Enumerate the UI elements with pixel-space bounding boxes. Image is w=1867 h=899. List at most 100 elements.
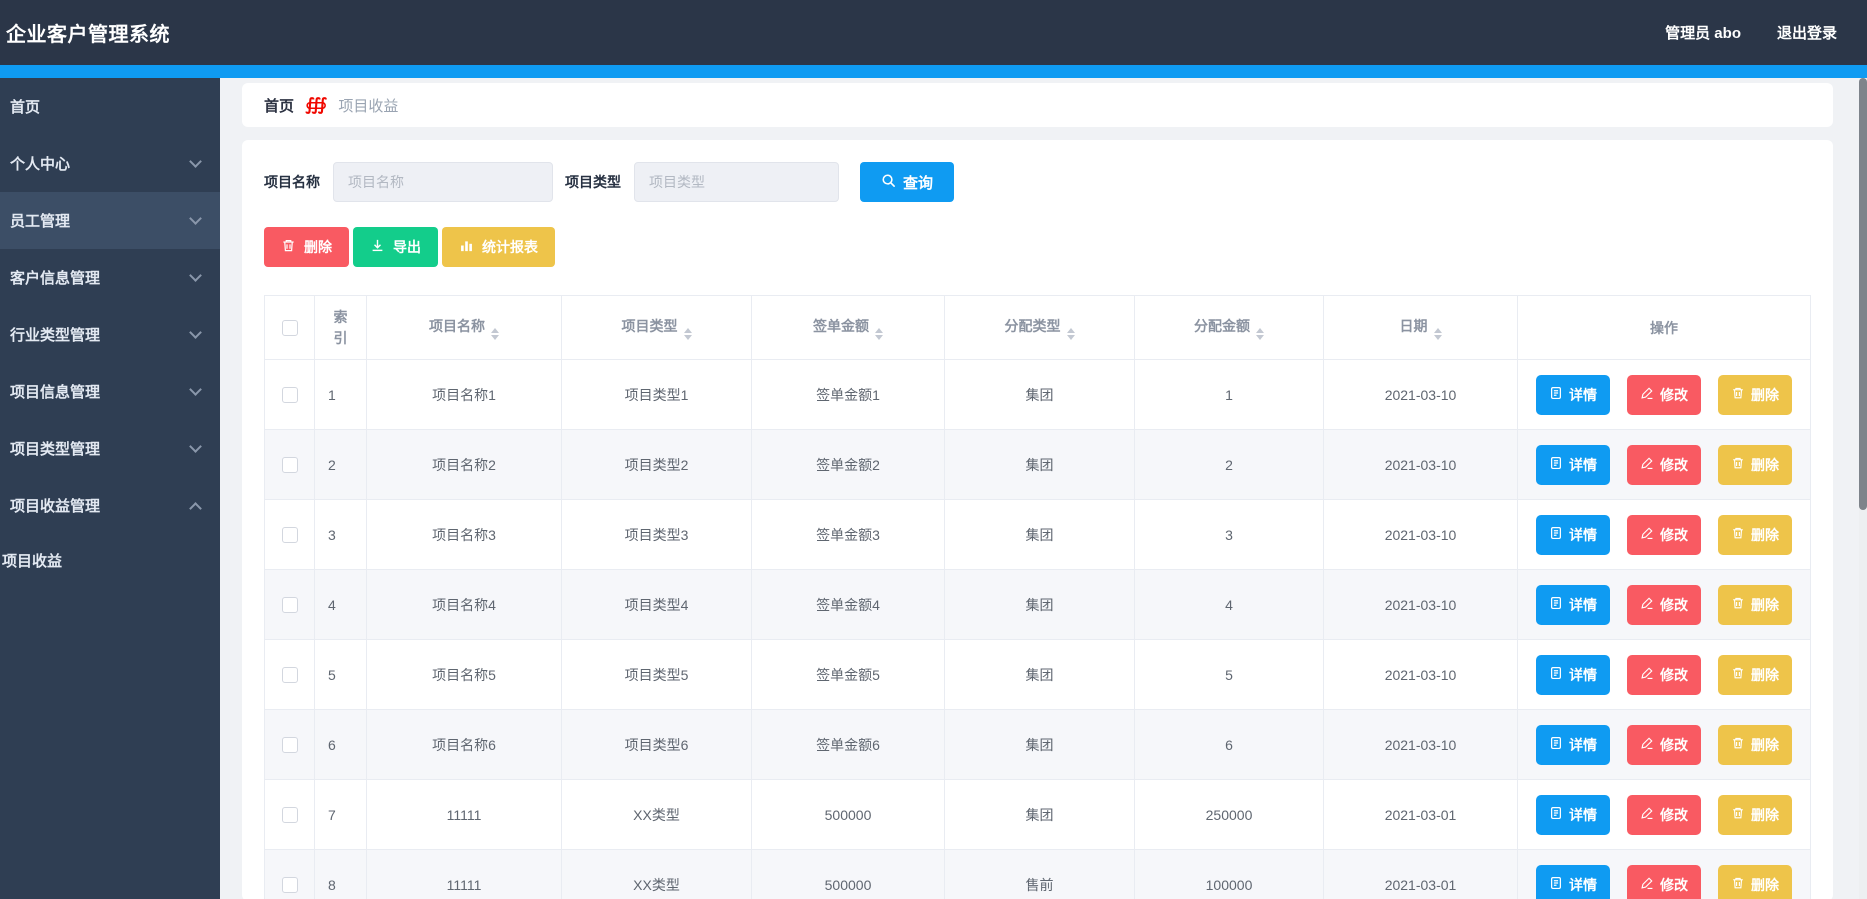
detail-button[interactable]: 详情 — [1536, 864, 1610, 899]
row-checkbox[interactable] — [281, 457, 298, 474]
cell-sign-amount: 签单金额4 — [751, 569, 945, 640]
cell-alloc-type: 集团 — [944, 709, 1135, 780]
pencil-icon — [1640, 456, 1654, 473]
top-navbar: 企业客户管理系统 管理员 abo 退出登录 — [0, 0, 1867, 65]
detail-button[interactable]: 详情 — [1536, 794, 1610, 835]
row-checkbox-cell — [264, 429, 315, 500]
project-name-input[interactable] — [333, 162, 553, 202]
trash-icon — [1731, 456, 1745, 473]
column-header-项目类型[interactable]: 项目类型 — [561, 295, 752, 360]
table-row: 5 项目名称5 项目类型5 签单金额5 集团 5 2021-03-10 详情 修… — [264, 639, 1811, 710]
row-delete-button[interactable]: 删除 — [1718, 374, 1792, 415]
export-button[interactable]: 导出 — [353, 227, 438, 267]
edit-label: 修改 — [1660, 806, 1688, 823]
report-button[interactable]: 统计报表 — [442, 227, 555, 267]
app-title: 企业客户管理系统 — [6, 24, 170, 46]
row-delete-button[interactable]: 删除 — [1718, 444, 1792, 485]
detail-button[interactable]: 详情 — [1536, 584, 1610, 625]
edit-label: 修改 — [1660, 386, 1688, 403]
detail-button[interactable]: 详情 — [1536, 444, 1610, 485]
cell-project-type: 项目类型6 — [561, 709, 752, 780]
sidebar-item-项目收益管理[interactable]: 项目收益管理 — [0, 477, 220, 534]
detail-button[interactable]: 详情 — [1536, 374, 1610, 415]
edit-button[interactable]: 修改 — [1627, 514, 1701, 555]
cell-alloc-type: 售前 — [944, 849, 1135, 899]
cell-index: 1 — [314, 359, 367, 430]
sort-carets-icon[interactable] — [1256, 327, 1264, 340]
project-type-input[interactable] — [634, 162, 839, 202]
search-button[interactable]: 查询 — [860, 162, 954, 202]
chevron-icon — [189, 154, 202, 168]
row-checkbox[interactable] — [281, 807, 298, 824]
sidebar-submenu-item-项目收益[interactable]: 项目收益 — [0, 534, 220, 586]
edit-button[interactable]: 修改 — [1627, 794, 1701, 835]
table-row: 2 项目名称2 项目类型2 签单金额2 集团 2 2021-03-10 详情 修… — [264, 429, 1811, 500]
row-delete-button[interactable]: 删除 — [1718, 724, 1792, 765]
cell-alloc-type: 集团 — [944, 639, 1135, 710]
cell-alloc-amount: 3 — [1134, 499, 1324, 570]
sidebar-item-个人中心[interactable]: 个人中心 — [0, 135, 220, 192]
edit-button[interactable]: 修改 — [1627, 444, 1701, 485]
bulk-delete-button[interactable]: 删除 — [264, 227, 349, 267]
column-header-分配类型[interactable]: 分配类型 — [944, 295, 1135, 360]
row-delete-label: 删除 — [1751, 596, 1779, 613]
row-checkbox[interactable] — [281, 527, 298, 544]
sidebar: 首页 个人中心 员工管理 客户信息管理 行业类型管理 项目信息管理 项目类型管理… — [0, 78, 220, 899]
document-icon — [1549, 876, 1563, 893]
scrollbar-thumb[interactable] — [1859, 78, 1867, 510]
row-checkbox[interactable] — [281, 737, 298, 754]
sidebar-item-客户信息管理[interactable]: 客户信息管理 — [0, 249, 220, 306]
logout-link[interactable]: 退出登录 — [1777, 22, 1837, 43]
row-delete-button[interactable]: 删除 — [1718, 584, 1792, 625]
edit-button[interactable]: 修改 — [1627, 584, 1701, 625]
row-delete-button[interactable]: 删除 — [1718, 794, 1792, 835]
cell-date: 2021-03-10 — [1323, 639, 1518, 710]
sort-carets-icon[interactable] — [491, 327, 499, 340]
detail-button[interactable]: 详情 — [1536, 654, 1610, 695]
cell-actions: 详情 修改 删除 — [1517, 849, 1811, 899]
cell-project-type: 项目类型5 — [561, 639, 752, 710]
column-header-分配金额[interactable]: 分配金额 — [1134, 295, 1324, 360]
document-icon — [1549, 666, 1563, 683]
sidebar-item-label: 行业类型管理 — [10, 327, 101, 344]
detail-label: 详情 — [1569, 876, 1597, 893]
edit-button[interactable]: 修改 — [1627, 374, 1701, 415]
sidebar-item-项目类型管理[interactable]: 项目类型管理 — [0, 420, 220, 477]
table-header-row: 索引 项目名称 项目类型 签单金额 分配类型 分配金额 日期 操作 — [264, 295, 1811, 360]
breadcrumb-home-link[interactable]: 首页 — [264, 95, 294, 116]
cell-alloc-amount: 100000 — [1134, 849, 1324, 899]
chevron-icon — [189, 211, 202, 225]
row-checkbox[interactable] — [281, 667, 298, 684]
cell-project-type: 项目类型4 — [561, 569, 752, 640]
detail-button[interactable]: 详情 — [1536, 514, 1610, 555]
row-checkbox-cell — [264, 849, 315, 899]
row-checkbox[interactable] — [281, 877, 298, 894]
row-delete-button[interactable]: 删除 — [1718, 864, 1792, 899]
sidebar-item-员工管理[interactable]: 员工管理 — [0, 192, 220, 249]
document-icon — [1549, 596, 1563, 613]
pencil-icon — [1640, 596, 1654, 613]
cell-index: 5 — [314, 639, 367, 710]
sort-carets-icon[interactable] — [683, 327, 692, 340]
detail-button[interactable]: 详情 — [1536, 724, 1610, 765]
sidebar-item-行业类型管理[interactable]: 行业类型管理 — [0, 306, 220, 363]
sidebar-item-项目信息管理[interactable]: 项目信息管理 — [0, 363, 220, 420]
column-header-签单金额[interactable]: 签单金额 — [751, 295, 945, 360]
current-user[interactable]: 管理员 abo — [1665, 22, 1741, 43]
column-header-日期[interactable]: 日期 — [1323, 295, 1518, 360]
column-header-项目名称[interactable]: 项目名称 — [366, 295, 562, 360]
row-checkbox[interactable] — [281, 597, 298, 614]
edit-button[interactable]: 修改 — [1627, 864, 1701, 899]
row-checkbox[interactable] — [281, 387, 298, 404]
sort-carets-icon[interactable] — [1433, 327, 1442, 340]
sidebar-item-首页[interactable]: 首页 — [0, 78, 220, 135]
cell-project-type: 项目类型3 — [561, 499, 752, 570]
edit-button[interactable]: 修改 — [1627, 724, 1701, 765]
row-delete-button[interactable]: 删除 — [1718, 654, 1792, 695]
select-all-checkbox[interactable] — [281, 320, 298, 337]
row-delete-button[interactable]: 删除 — [1718, 514, 1792, 555]
sidebar-item-label: 个人中心 — [10, 156, 71, 173]
sort-carets-icon[interactable] — [1066, 327, 1075, 340]
sort-carets-icon[interactable] — [875, 327, 883, 340]
edit-button[interactable]: 修改 — [1627, 654, 1701, 695]
